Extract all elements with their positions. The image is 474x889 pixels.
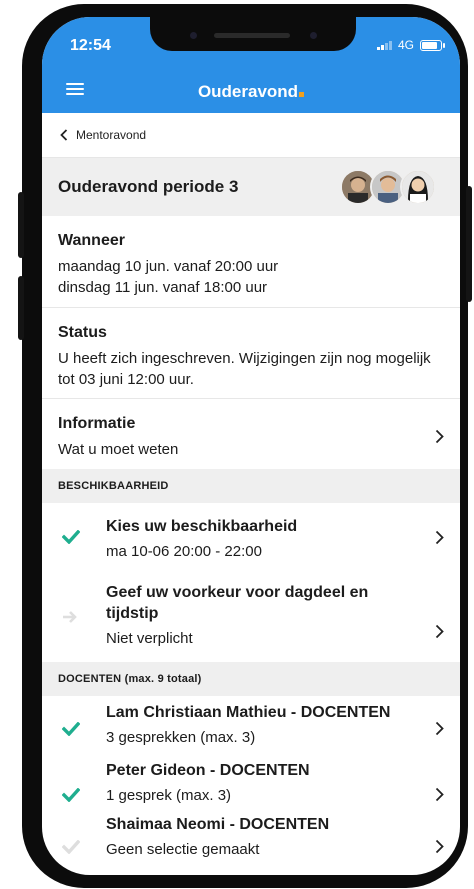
item-subtitle: 3 gesprekken (max. 3) — [106, 729, 256, 746]
item-title: Peter Gideon - DOCENTEN — [106, 762, 310, 779]
wanneer-date-line: dinsdag 11 jun. vanaf 18:00 uur — [58, 279, 268, 296]
network-label: 4G — [397, 38, 414, 52]
arrow-right-icon — [63, 611, 77, 623]
battery-icon — [420, 39, 445, 51]
item-subtitle: Niet verplicht — [106, 630, 193, 647]
item-subtitle: ma 10-06 20:00 - 22:00 — [106, 543, 262, 560]
avatar — [400, 169, 436, 205]
wanneer-date-line: maandag 10 jun. vanaf 20:00 uur — [58, 258, 279, 275]
chevron-right-icon — [435, 839, 444, 854]
app-title-text: Ouderavond — [197, 82, 299, 101]
informatie-subtitle: Wat u moet weten — [58, 441, 179, 458]
item-subtitle: Geen selectie gemaakt — [106, 841, 260, 858]
phone-notch — [150, 17, 356, 51]
check-icon — [62, 530, 80, 544]
app-header: 12:54 4G Ouderavond — [42, 17, 460, 113]
power-button — [466, 186, 472, 302]
list-item-docent[interactable]: Peter Gideon - DOCENTEN 1 gesprek (max. … — [42, 760, 460, 812]
volume-button — [18, 276, 24, 340]
wanneer-title: Wanneer — [58, 232, 125, 249]
item-title: Lam Christiaan Mathieu - DOCENTEN — [106, 704, 391, 721]
sensor-dot — [190, 32, 197, 39]
beschikbaarheid-header: BESCHIKBAARHEID — [42, 469, 460, 503]
check-icon — [62, 788, 80, 802]
item-title: Geef uw voorkeur voor dagdeel en tijdsti… — [106, 584, 369, 622]
event-title: Ouderavond periode 3 — [58, 177, 239, 196]
chevron-right-icon — [435, 787, 444, 802]
check-icon — [62, 840, 80, 854]
list-item-beschikbaarheid[interactable]: Kies uw beschikbaarheid ma 10-06 20:00 -… — [42, 503, 460, 580]
back-link-label: Mentoravond — [76, 128, 147, 142]
list-item-voorkeur[interactable]: Geef uw voorkeur voor dagdeel en tijdsti… — [42, 580, 460, 662]
avatar-group — [340, 169, 436, 205]
informatie-title: Informatie — [58, 415, 136, 432]
back-link[interactable]: Mentoravond — [42, 113, 460, 157]
title-accent-dot — [299, 92, 305, 97]
item-subtitle: 1 gesprek (max. 3) — [106, 787, 232, 804]
signal-icon — [376, 40, 392, 50]
wanneer-section: Wanneer maandag 10 jun. vanaf 20:00 uur … — [42, 216, 460, 308]
status-indicators: 4G — [376, 38, 445, 52]
status-text: U heeft zich ingeschreven. Wijzigingen z… — [58, 350, 431, 388]
chevron-right-icon — [435, 530, 444, 545]
event-header: Ouderavond periode 3 — [42, 157, 460, 216]
phone-screen: 12:54 4G Ouderavond Mentoravond Ouderavo… — [42, 17, 460, 875]
chevron-right-icon — [435, 624, 444, 639]
list-item-docent[interactable]: Lam Christiaan Mathieu - DOCENTEN 3 gesp… — [42, 696, 460, 760]
chevron-right-icon — [435, 429, 444, 444]
check-icon — [62, 722, 80, 736]
camera-dot — [310, 32, 317, 39]
status-section: Status U heeft zich ingeschreven. Wijzig… — [42, 308, 460, 399]
list-item-docent[interactable]: Shaimaa Neomi - DOCENTEN Geen selectie g… — [42, 812, 460, 872]
mute-switch — [18, 192, 24, 258]
item-title: Shaimaa Neomi - DOCENTEN — [106, 816, 330, 833]
main-content: Mentoravond Ouderavond periode 3 Wanneer… — [42, 113, 460, 872]
speaker-grille — [214, 33, 290, 38]
status-time: 12:54 — [70, 37, 111, 54]
app-title: Ouderavond — [42, 82, 460, 102]
docenten-header: DOCENTEN (max. 9 totaal) — [42, 662, 460, 696]
chevron-right-icon — [435, 721, 444, 736]
chevron-left-icon — [60, 129, 68, 141]
item-title: Kies uw beschikbaarheid — [106, 518, 298, 535]
battery-level — [422, 41, 437, 49]
status-title: Status — [58, 324, 107, 341]
informatie-row[interactable]: Informatie Wat u moet weten — [42, 399, 460, 469]
